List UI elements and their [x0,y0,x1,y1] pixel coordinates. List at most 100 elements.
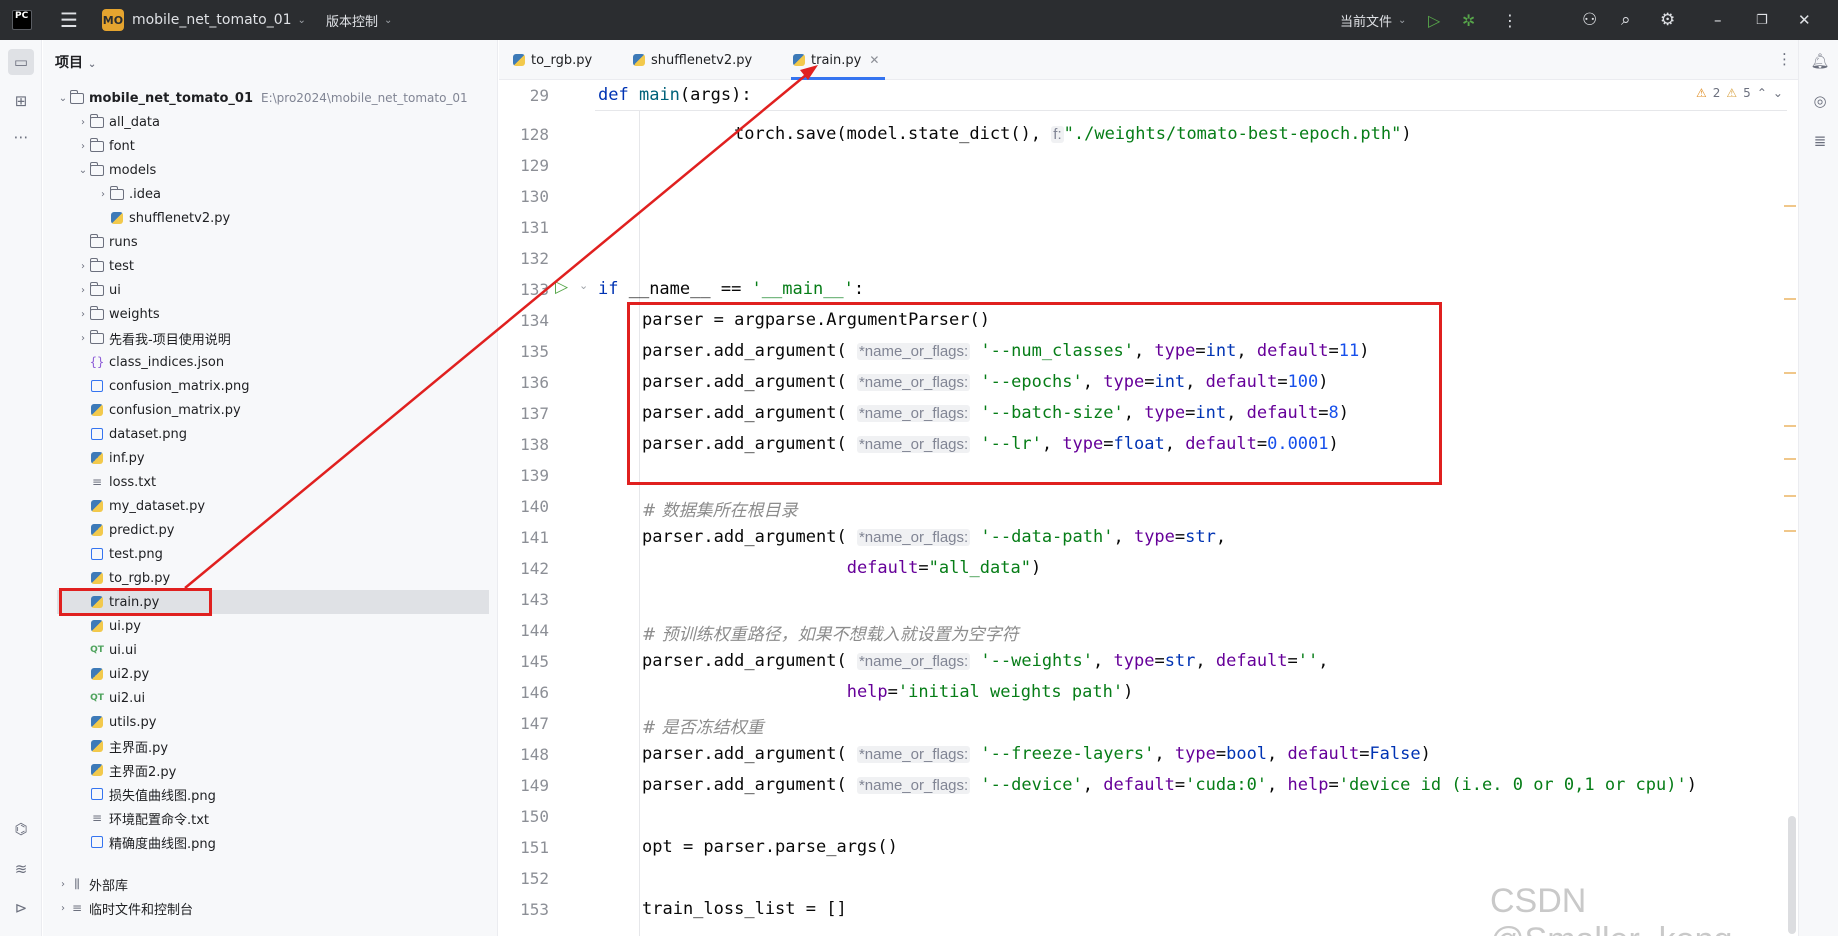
run-gutter-icon[interactable]: ▷ [555,277,568,297]
chevron-right-icon[interactable]: › [77,261,89,272]
chevron-right-icon[interactable]: › [97,189,109,200]
project-name[interactable]: mobile_net_tomato_01 [132,12,292,28]
tree-item[interactable]: 主界面2.py [43,758,498,782]
scrollbar-warning-mark[interactable] [1784,205,1796,207]
notifications-bell-icon[interactable]: 🔔︎ [1807,48,1833,74]
chevron-right-icon[interactable]: › [77,309,89,320]
structure-icon[interactable]: ⊞ [8,88,34,114]
chevron-down-icon[interactable]: ⌄ [384,15,392,26]
chevron-down-icon[interactable]: ⌄ [1773,86,1783,100]
tree-item[interactable]: › weights [43,302,498,326]
tree-item[interactable]: 损失值曲线图.png [43,782,498,806]
python-file-icon [89,571,105,585]
code-token: , [1267,744,1288,764]
tree-item[interactable]: › test [43,254,498,278]
chevron-down-icon[interactable]: ⌄ [57,93,69,104]
search-icon[interactable]: ⌕ [1621,0,1631,40]
chevron-right-icon[interactable]: › [77,333,89,344]
scrollbar-warning-mark[interactable] [1784,495,1796,497]
chevron-right-icon[interactable]: › [77,141,89,152]
python-console-icon[interactable]: ⌬ [8,816,34,842]
chevron-right-icon[interactable]: › [77,285,89,296]
editor-scrollbar[interactable] [1787,81,1798,936]
folder-icon [69,89,85,105]
debug-icon[interactable]: ✲ [1462,0,1475,40]
tree-item[interactable]: ≡ loss.txt [43,470,498,494]
tree-item[interactable]: › .idea [43,182,498,206]
tree-item[interactable]: ui.py [43,614,498,638]
scrollbar-thumb[interactable] [1788,816,1796,934]
tree-item[interactable]: › ui [43,278,498,302]
tree-item[interactable]: confusion_matrix.png [43,374,498,398]
minimize-icon[interactable]: – [1714,0,1722,40]
chevron-up-icon[interactable]: ⌃ [1757,86,1767,100]
tree-item[interactable]: to_rgb.py [43,566,498,590]
tree-item[interactable]: ⌄ models [43,158,498,182]
tree-item[interactable]: 主界面.py [43,734,498,758]
scrollbar-warning-mark[interactable] [1784,458,1796,460]
tree-item[interactable]: runs [43,230,498,254]
tab-shufflenetv2[interactable]: shufflenetv2.py [631,40,752,80]
settings-gear-icon[interactable]: ⚙ [1660,0,1675,40]
code-token: 'cuda:0' [1185,775,1268,795]
tree-item[interactable]: QT ui2.ui [43,686,498,710]
tree-item[interactable]: › 先看我-项目使用说明 [43,326,498,350]
chevron-right-icon[interactable]: › [57,903,69,914]
scrollbar-warning-mark[interactable] [1784,298,1796,300]
tree-item[interactable]: utils.py [43,710,498,734]
project-tool-folder-icon[interactable]: ▭ [8,49,34,75]
tab-to-rgb[interactable]: to_rgb.py [511,40,592,80]
tab-options-icon[interactable]: ⋮ [1777,50,1792,68]
tree-item[interactable]: inf.py [43,446,498,470]
add-user-icon[interactable]: ⚇ [1582,0,1597,40]
tree-item[interactable]: › all_data [43,110,498,134]
tree-item[interactable]: ≡ 环境配置命令.txt [43,806,498,830]
tree-root[interactable]: ⌄ mobile_net_tomato_01 E:\pro2024\mobile… [43,86,498,110]
tree-item[interactable]: {} class_indices.json [43,350,498,374]
close-window-icon[interactable]: ✕ [1798,0,1811,40]
run-config-selector[interactable]: 当前文件 [1340,11,1392,30]
tree-item[interactable]: 精确度曲线图.png [43,830,498,854]
more-actions-icon[interactable]: ⋮ [1502,0,1518,40]
code-token: ) [1401,124,1412,144]
code-comment: # 数据集所在根目录 [642,501,798,521]
tree-item[interactable]: › font [43,134,498,158]
chevron-down-icon[interactable]: ⌄ [1398,15,1406,26]
scrollbar-warning-mark[interactable] [1784,530,1796,532]
run-tool-icon[interactable]: ⊳ [8,895,34,921]
tab-train[interactable]: train.py ✕ [791,40,886,80]
main-menu-icon[interactable]: ☰ [60,8,78,32]
close-tab-icon[interactable]: ✕ [869,53,879,67]
fold-icon[interactable]: ⌄ [579,279,588,292]
scrollbar-warning-mark[interactable] [1784,425,1796,427]
restore-icon[interactable]: ❐ [1756,0,1768,40]
tree-item[interactable]: confusion_matrix.py [43,398,498,422]
scrollbar-warning-mark[interactable] [1784,372,1796,374]
inspection-widget[interactable]: ⚠ 2 ⚠ 5 ⌃ ⌄ [1696,86,1783,100]
more-tools-icon[interactable]: ⋯ [8,124,34,150]
database-icon[interactable]: ≣ [1807,128,1833,154]
code-editor[interactable]: def main(args): torch.save(model.state_di… [595,81,1787,936]
project-badge-icon[interactable]: MO [101,9,124,31]
chevron-down-icon[interactable]: ⌄ [298,15,306,26]
chevron-right-icon[interactable]: › [77,117,89,128]
tree-item[interactable]: QT ui.ui [43,638,498,662]
tree-external-libraries[interactable]: › ⫼ 外部库 [43,872,498,896]
tree-item[interactable]: dataset.png [43,422,498,446]
layers-icon[interactable]: ≋ [8,856,34,882]
tree-scratches[interactable]: › ≡ 临时文件和控制台 [43,896,498,920]
sticky-header[interactable]: def main(args): [595,81,1787,111]
image-file-icon [89,427,105,441]
line-number: 148 [520,745,549,764]
tree-item[interactable]: my_dataset.py [43,494,498,518]
chevron-right-icon[interactable]: › [57,879,69,890]
tree-item[interactable]: predict.py [43,518,498,542]
vcs-menu[interactable]: 版本控制 [326,11,378,30]
tree-item[interactable]: shufflenetv2.py [43,206,498,230]
tree-item[interactable]: ui2.py [43,662,498,686]
tree-item[interactable]: test.png [43,542,498,566]
ai-assistant-icon[interactable]: ◎ [1807,88,1833,114]
chevron-down-icon[interactable]: ⌄ [77,165,89,176]
panel-title[interactable]: 项目 ⌄ [55,52,96,72]
run-icon[interactable]: ▷ [1428,0,1440,40]
